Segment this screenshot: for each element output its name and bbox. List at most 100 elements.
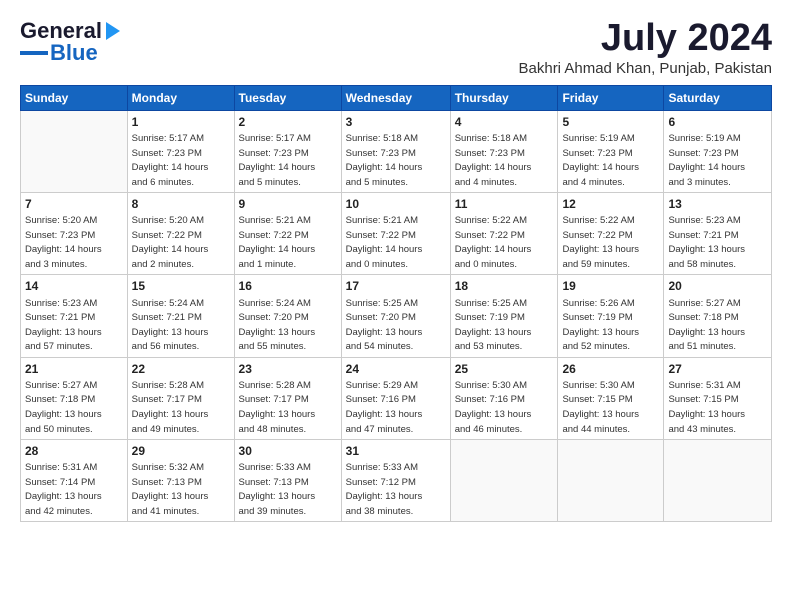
calendar-cell: 18 Sunrise: 5:25 AMSunset: 7:19 PMDayligh… [450, 275, 558, 357]
day-info: Sunrise: 5:30 AMSunset: 7:15 PMDaylight:… [562, 380, 639, 435]
day-number: 26 [562, 361, 659, 377]
day-number: 13 [668, 196, 767, 212]
calendar-cell: 26 Sunrise: 5:30 AMSunset: 7:15 PMDayligh… [558, 357, 664, 439]
day-info: Sunrise: 5:18 AMSunset: 7:23 PMDaylight:… [346, 133, 423, 188]
day-number: 14 [25, 278, 123, 294]
header: General Blue July 2024 Bakhri Ahmad Khan… [20, 18, 772, 77]
day-number: 20 [668, 278, 767, 294]
calendar-cell: 1 Sunrise: 5:17 AMSunset: 7:23 PMDaylight… [127, 110, 234, 192]
day-number: 3 [346, 114, 446, 130]
day-info: Sunrise: 5:33 AMSunset: 7:12 PMDaylight:… [346, 462, 423, 517]
subtitle: Bakhri Ahmad Khan, Punjab, Pakistan [519, 60, 773, 77]
weekday-tuesday: Tuesday [234, 85, 341, 110]
week-row-5: 28 Sunrise: 5:31 AMSunset: 7:14 PMDayligh… [21, 440, 772, 522]
day-number: 7 [25, 196, 123, 212]
day-number: 4 [455, 114, 554, 130]
day-info: Sunrise: 5:29 AMSunset: 7:16 PMDaylight:… [346, 380, 423, 435]
calendar-cell: 23Sunrise: 5:28 AMSunset: 7:17 PMDayligh… [234, 357, 341, 439]
day-number: 31 [346, 443, 446, 459]
calendar-cell: 12 Sunrise: 5:22 AMSunset: 7:22 PMDayligh… [558, 193, 664, 275]
calendar-cell: 30 Sunrise: 5:33 AMSunset: 7:13 PMDayligh… [234, 440, 341, 522]
month-title: July 2024 [519, 18, 773, 60]
calendar-cell: 8 Sunrise: 5:20 AMSunset: 7:22 PMDaylight… [127, 193, 234, 275]
day-number: 15 [132, 278, 230, 294]
day-info: Sunrise: 5:20 AMSunset: 7:22 PMDaylight:… [132, 215, 209, 270]
calendar-cell [21, 110, 128, 192]
calendar-cell: 10 Sunrise: 5:21 AMSunset: 7:22 PMDayligh… [341, 193, 450, 275]
day-number: 8 [132, 196, 230, 212]
day-number: 10 [346, 196, 446, 212]
calendar-cell: 24 Sunrise: 5:29 AMSunset: 7:16 PMDayligh… [341, 357, 450, 439]
day-info: Sunrise: 5:27 AMSunset: 7:18 PMDaylight:… [668, 298, 745, 353]
day-info: Sunrise: 5:28 AMSunset: 7:17 PMDaylight:… [239, 380, 316, 435]
day-info: Sunrise: 5:19 AMSunset: 7:23 PMDaylight:… [562, 133, 639, 188]
day-info: Sunrise: 5:24 AMSunset: 7:21 PMDaylight:… [132, 298, 209, 353]
day-info: Sunrise: 5:26 AMSunset: 7:19 PMDaylight:… [562, 298, 639, 353]
day-info: Sunrise: 5:17 AMSunset: 7:23 PMDaylight:… [132, 133, 209, 188]
day-number: 19 [562, 278, 659, 294]
day-number: 11 [455, 196, 554, 212]
day-number: 16 [239, 278, 337, 294]
calendar-cell: 21Sunrise: 5:27 AMSunset: 7:18 PMDayligh… [21, 357, 128, 439]
title-block: July 2024 Bakhri Ahmad Khan, Punjab, Pak… [519, 18, 773, 77]
calendar-cell: 19 Sunrise: 5:26 AMSunset: 7:19 PMDayligh… [558, 275, 664, 357]
week-row-3: 14 Sunrise: 5:23 AMSunset: 7:21 PMDayligh… [21, 275, 772, 357]
day-info: Sunrise: 5:22 AMSunset: 7:22 PMDaylight:… [455, 215, 532, 270]
calendar-cell: 9 Sunrise: 5:21 AMSunset: 7:22 PMDaylight… [234, 193, 341, 275]
calendar-cell [664, 440, 772, 522]
calendar-cell [558, 440, 664, 522]
day-info: Sunrise: 5:33 AMSunset: 7:13 PMDaylight:… [239, 462, 316, 517]
day-info: Sunrise: 5:28 AMSunset: 7:17 PMDaylight:… [132, 380, 209, 435]
weekday-saturday: Saturday [664, 85, 772, 110]
day-number: 29 [132, 443, 230, 459]
day-info: Sunrise: 5:24 AMSunset: 7:20 PMDaylight:… [239, 298, 316, 353]
day-number: 17 [346, 278, 446, 294]
calendar-cell: 22 Sunrise: 5:28 AMSunset: 7:17 PMDayligh… [127, 357, 234, 439]
calendar-cell: 2Sunrise: 5:17 AMSunset: 7:23 PMDaylight… [234, 110, 341, 192]
day-number: 27 [668, 361, 767, 377]
calendar-cell: 13 Sunrise: 5:23 AMSunset: 7:21 PMDayligh… [664, 193, 772, 275]
calendar-table: SundayMondayTuesdayWednesdayThursdayFrid… [20, 85, 772, 523]
day-info: Sunrise: 5:22 AMSunset: 7:22 PMDaylight:… [562, 215, 639, 270]
weekday-thursday: Thursday [450, 85, 558, 110]
weekday-monday: Monday [127, 85, 234, 110]
calendar-cell: 16 Sunrise: 5:24 AMSunset: 7:20 PMDayligh… [234, 275, 341, 357]
day-info: Sunrise: 5:21 AMSunset: 7:22 PMDaylight:… [239, 215, 316, 270]
day-number: 22 [132, 361, 230, 377]
day-info: Sunrise: 5:25 AMSunset: 7:19 PMDaylight:… [455, 298, 532, 353]
day-number: 24 [346, 361, 446, 377]
day-number: 12 [562, 196, 659, 212]
weekday-friday: Friday [558, 85, 664, 110]
day-info: Sunrise: 5:19 AMSunset: 7:23 PMDaylight:… [668, 133, 745, 188]
day-number: 18 [455, 278, 554, 294]
calendar-cell: 5Sunrise: 5:19 AMSunset: 7:23 PMDaylight… [558, 110, 664, 192]
day-info: Sunrise: 5:27 AMSunset: 7:18 PMDaylight:… [25, 380, 102, 435]
calendar-cell: 14 Sunrise: 5:23 AMSunset: 7:21 PMDayligh… [21, 275, 128, 357]
logo-blue: Blue [50, 40, 98, 66]
calendar-cell: 7Sunrise: 5:20 AMSunset: 7:23 PMDaylight… [21, 193, 128, 275]
day-number: 2 [239, 114, 337, 130]
day-number: 6 [668, 114, 767, 130]
calendar-cell: 20 Sunrise: 5:27 AMSunset: 7:18 PMDayligh… [664, 275, 772, 357]
weekday-sunday: Sunday [21, 85, 128, 110]
week-row-4: 21Sunrise: 5:27 AMSunset: 7:18 PMDayligh… [21, 357, 772, 439]
day-number: 28 [25, 443, 123, 459]
weekday-wednesday: Wednesday [341, 85, 450, 110]
calendar-cell: 28 Sunrise: 5:31 AMSunset: 7:14 PMDayligh… [21, 440, 128, 522]
day-info: Sunrise: 5:23 AMSunset: 7:21 PMDaylight:… [668, 215, 745, 270]
day-number: 30 [239, 443, 337, 459]
day-info: Sunrise: 5:18 AMSunset: 7:23 PMDaylight:… [455, 133, 532, 188]
calendar-cell: 6 Sunrise: 5:19 AMSunset: 7:23 PMDaylight… [664, 110, 772, 192]
day-info: Sunrise: 5:23 AMSunset: 7:21 PMDaylight:… [25, 298, 102, 353]
week-row-1: 1 Sunrise: 5:17 AMSunset: 7:23 PMDaylight… [21, 110, 772, 192]
calendar-cell: 25Sunrise: 5:30 AMSunset: 7:16 PMDayligh… [450, 357, 558, 439]
logo: General Blue [20, 18, 120, 66]
calendar-cell: 15 Sunrise: 5:24 AMSunset: 7:21 PMDayligh… [127, 275, 234, 357]
day-info: Sunrise: 5:32 AMSunset: 7:13 PMDaylight:… [132, 462, 209, 517]
page: General Blue July 2024 Bakhri Ahmad Khan… [0, 0, 792, 532]
day-number: 1 [132, 114, 230, 130]
day-info: Sunrise: 5:31 AMSunset: 7:14 PMDaylight:… [25, 462, 102, 517]
day-info: Sunrise: 5:30 AMSunset: 7:16 PMDaylight:… [455, 380, 532, 435]
day-info: Sunrise: 5:21 AMSunset: 7:22 PMDaylight:… [346, 215, 423, 270]
day-number: 9 [239, 196, 337, 212]
